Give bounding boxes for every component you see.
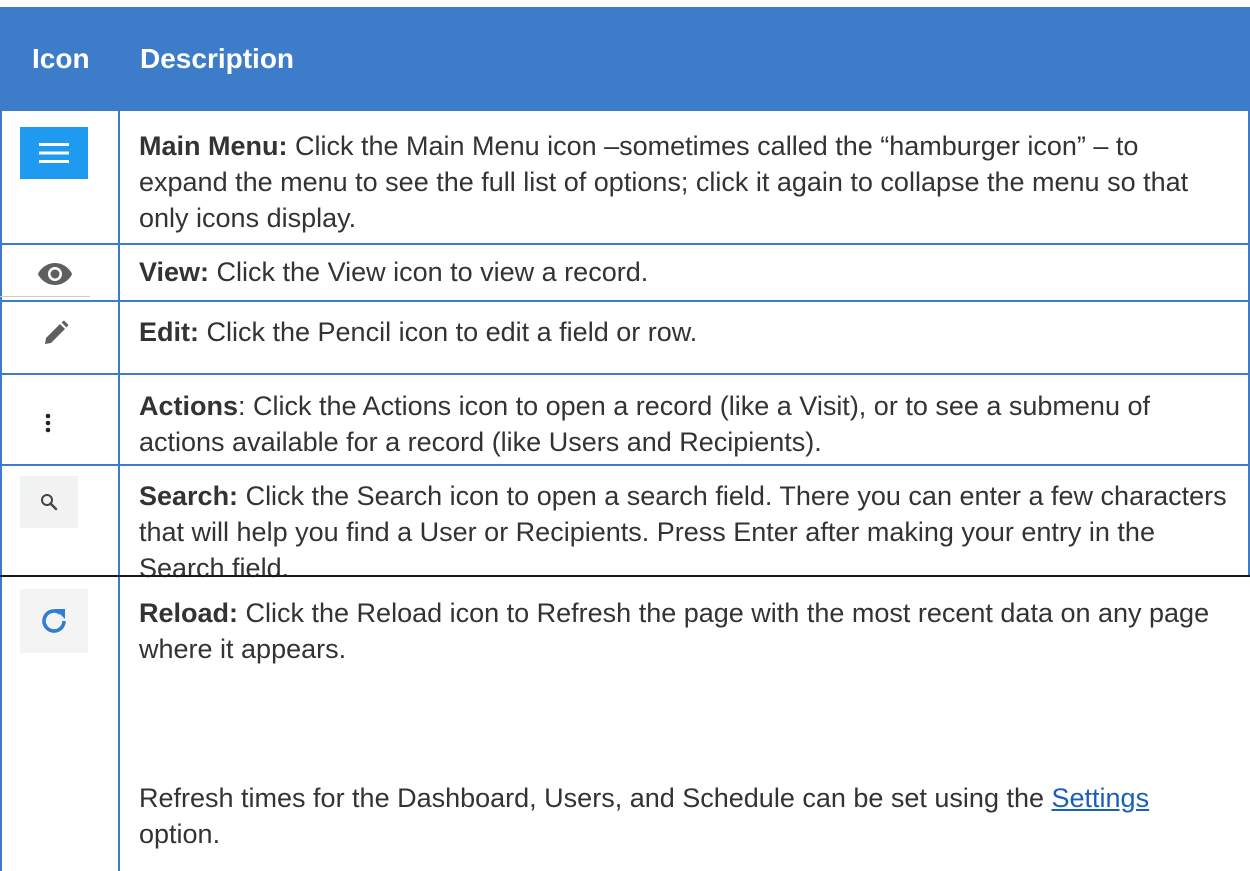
row-text: Click the View icon to view a record. bbox=[209, 257, 649, 287]
column-divider bbox=[118, 111, 120, 871]
row-divider bbox=[0, 373, 1250, 375]
row-term: Reload: bbox=[139, 598, 239, 628]
reload-settings-note: Refresh times for the Dashboard, Users, … bbox=[139, 780, 1234, 852]
row-term: Main Menu: bbox=[139, 131, 288, 161]
row-edit-description: Edit: Click the Pencil icon to edit a fi… bbox=[139, 314, 1234, 350]
table-border-left bbox=[0, 111, 2, 871]
header-description-column: Description bbox=[140, 43, 295, 74]
search-icon bbox=[20, 476, 78, 528]
row-text: Click the Search icon to open a search f… bbox=[139, 481, 1227, 583]
row-text: : Click the Actions icon to open a recor… bbox=[139, 391, 1150, 457]
row-main-menu-description: Main Menu: Click the Main Menu icon –som… bbox=[139, 128, 1234, 236]
icon-underline bbox=[0, 296, 90, 297]
reload-icon bbox=[20, 589, 88, 653]
settings-link[interactable]: Settings bbox=[1052, 783, 1150, 813]
header-icon-column: Icon bbox=[32, 43, 90, 74]
row-divider bbox=[0, 464, 1250, 466]
row-divider bbox=[0, 300, 1250, 302]
row-divider bbox=[0, 575, 1250, 577]
eye-icon bbox=[35, 256, 75, 292]
row-text: Click the Reload icon to Refresh the pag… bbox=[139, 598, 1210, 664]
table-header: Icon Description bbox=[0, 7, 1250, 111]
row-term: Edit: bbox=[139, 317, 199, 347]
settings-note-tail: option. bbox=[139, 819, 221, 849]
row-view-description: View: Click the View icon to view a reco… bbox=[139, 254, 1234, 290]
vertical-dots-icon bbox=[38, 410, 58, 436]
pencil-icon bbox=[36, 313, 76, 353]
row-term: View: bbox=[139, 257, 210, 287]
row-actions-description: Actions: Click the Actions icon to open … bbox=[139, 388, 1234, 460]
row-term: Search: bbox=[139, 481, 239, 511]
row-text: Click the Main Menu icon –sometimes call… bbox=[139, 131, 1189, 233]
row-search-description: Search: Click the Search icon to open a … bbox=[139, 478, 1234, 586]
row-term: Actions bbox=[139, 391, 239, 421]
settings-note-text: Refresh times for the Dashboard, Users, … bbox=[139, 783, 1052, 813]
row-text: Click the Pencil icon to edit a field or… bbox=[199, 317, 698, 347]
row-divider bbox=[0, 243, 1250, 245]
row-reload-description: Reload: Click the Reload icon to Refresh… bbox=[139, 595, 1234, 667]
hamburger-menu-icon bbox=[20, 127, 88, 179]
